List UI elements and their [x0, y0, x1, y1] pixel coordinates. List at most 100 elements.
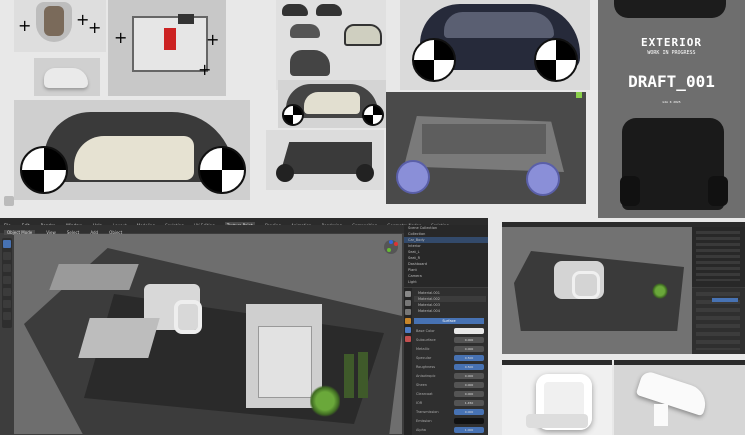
outliner-panel: Scene Collection Collection Car_Body Int…: [404, 225, 488, 287]
small-viewport[interactable]: [502, 227, 692, 354]
blender-window: File Edit Render Window Help Layout Mode…: [0, 218, 488, 435]
prop-metallic[interactable]: Metallic 0.000: [416, 345, 484, 353]
material-slots: Material.001 Material.002 Material.003 M…: [414, 290, 486, 314]
car-window-cream: [74, 136, 194, 180]
scale-tool-icon[interactable]: [3, 288, 11, 296]
cross-marker: +: [18, 16, 32, 35]
prop-clearcoat[interactable]: Clearcoat 0.000: [416, 390, 484, 398]
render-props-icon[interactable]: [405, 300, 411, 306]
sketch-car-side-large: [14, 100, 250, 200]
render-car-shell: [386, 92, 586, 204]
figure-seat: [44, 6, 64, 36]
wheel-icon: [362, 104, 384, 126]
gizmo-y: [387, 248, 391, 252]
green-bottle: [344, 354, 354, 398]
poster-car-top: [614, 0, 726, 18]
modifier-props-icon[interactable]: [405, 327, 411, 333]
steering-wheel: [174, 300, 202, 334]
prop-sheen[interactable]: Sheen 0.000: [416, 381, 484, 389]
sketch-pod-panel: [34, 58, 100, 96]
surface-section-header[interactable]: Surface: [414, 318, 484, 324]
small-steering: [572, 271, 600, 299]
outliner-item[interactable]: Light: [404, 279, 488, 285]
prop-ior[interactable]: IOR 1.450: [416, 399, 484, 407]
mini-car: [282, 4, 308, 16]
annotate-tool-icon[interactable]: [3, 300, 11, 308]
car-window: [304, 92, 360, 114]
plant: [310, 384, 340, 418]
front-panel: [49, 264, 139, 290]
poster-wheel: [708, 176, 728, 206]
mount-render: [635, 369, 711, 417]
tool-props-icon[interactable]: [405, 291, 411, 297]
mini-car: [290, 24, 320, 38]
output-props-icon[interactable]: [405, 309, 411, 315]
mini-car: [344, 24, 382, 46]
red-seat: [164, 28, 176, 50]
wheel-dark: [276, 164, 294, 182]
material-slot[interactable]: Material.004: [414, 308, 486, 314]
poster-wheel: [620, 176, 640, 206]
viewport-3d[interactable]: [14, 234, 402, 434]
rotate-tool-icon[interactable]: [3, 276, 11, 284]
small-logo: [4, 196, 14, 206]
small-properties: [692, 288, 745, 354]
seat-block: [78, 318, 160, 358]
prop-subsurface[interactable]: Subsurface 0.000: [416, 336, 484, 344]
select-tool-icon[interactable]: [3, 240, 11, 248]
sketch-interior-plan: + + +: [108, 0, 226, 96]
prop-roughness[interactable]: Roughness 0.500: [416, 363, 484, 371]
cursor-tool-icon[interactable]: [3, 252, 11, 260]
wheel-icon: [198, 146, 246, 194]
prop-anisotropic[interactable]: Anisotropic 0.000: [416, 372, 484, 380]
prop-alpha[interactable]: Alpha 1.000: [416, 426, 484, 434]
material-props-icon[interactable]: [405, 336, 411, 342]
render-top-bar: [614, 360, 745, 365]
mini-car: [316, 4, 342, 16]
sketch-small-cars: [276, 0, 386, 90]
plan-dark-block: [178, 14, 194, 24]
exterior-poster: EXTERIOR WORK IN PROGRESS DRAFT_001 GIA …: [598, 0, 745, 218]
cross-marker: +: [206, 30, 220, 49]
render-steering-detail: [502, 360, 612, 435]
wheel-icon: [20, 146, 68, 194]
wheel-dark: [356, 164, 374, 182]
render-top-bar: [502, 360, 612, 365]
sketch-car-threequarter: [400, 0, 590, 90]
wheel-icon: [534, 38, 578, 82]
top-menu-bar: File Edit Render Window Help Layout Mode…: [0, 218, 488, 229]
prop-emission[interactable]: Emission: [416, 417, 484, 425]
cross-marker: +: [114, 28, 128, 47]
cabinet-door: [258, 326, 312, 398]
measure-tool-icon[interactable]: [3, 312, 11, 320]
outliner-stripe: [696, 231, 740, 281]
mount-stem: [654, 404, 668, 426]
viewport-header: Object Mode View Select Add Object: [0, 225, 408, 235]
wheel-icon: [282, 104, 304, 126]
object-props-icon[interactable]: [405, 318, 411, 324]
prop-transmission[interactable]: Transmission 0.000: [416, 408, 484, 416]
property-list: Base Color Subsurface 0.000 Metallic 0.000…: [412, 326, 488, 435]
gizmo-z: [389, 240, 393, 244]
car-window: [444, 12, 554, 38]
properties-tab-strip: [404, 288, 412, 435]
poster-credit: GIA K 2025: [662, 100, 681, 104]
sketch-car-wedge: [266, 130, 384, 190]
wip-label: WORK IN PROGRESS: [647, 50, 696, 56]
properties-panel: Material.001 Material.002 Material.003 M…: [404, 288, 488, 435]
move-tool-icon[interactable]: [3, 264, 11, 272]
pod-shape: [44, 68, 88, 88]
prop-accent: [712, 298, 738, 302]
blender-window-small: [502, 222, 745, 354]
cross-marker: +: [198, 60, 212, 79]
green-bottle: [358, 352, 368, 398]
sketch-car-mid: [278, 80, 386, 128]
draft-label: DRAFT_001: [628, 72, 715, 91]
shell-inner: [422, 124, 546, 154]
prop-base-color[interactable]: Base Color: [416, 327, 484, 335]
steering-base: [526, 414, 588, 428]
small-plant: [652, 283, 668, 299]
mini-car: [290, 50, 330, 76]
cross-marker: +: [88, 18, 102, 37]
prop-specular[interactable]: Specular 0.500: [416, 354, 484, 362]
